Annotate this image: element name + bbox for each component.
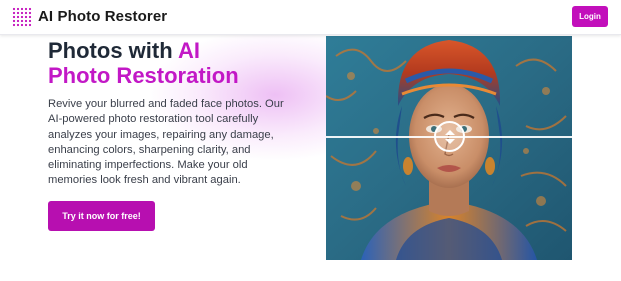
brand-name: AI Photo Restorer <box>38 8 168 25</box>
logo-link[interactable]: AI Photo Restorer <box>12 7 167 27</box>
hero-heading-accent-ai: AI <box>177 38 200 63</box>
hero-heading-line1: Photos with AI <box>48 38 200 63</box>
login-button[interactable]: Login <box>572 6 608 27</box>
before-after-comparison[interactable] <box>326 36 572 260</box>
top-navbar: AI Photo Restorer Login <box>0 0 621 35</box>
try-free-button[interactable]: Try it now for free! <box>48 201 155 231</box>
hero-heading: Photos with AI Photo Restoration <box>48 38 239 88</box>
comparison-slider-handle[interactable] <box>434 121 465 152</box>
up-down-arrows-icon <box>444 129 455 144</box>
dot-grid-icon <box>12 7 32 27</box>
hero-heading-line2: Photo Restoration <box>48 63 239 88</box>
hero-description: Revive your blurred and faded face photo… <box>48 98 284 187</box>
